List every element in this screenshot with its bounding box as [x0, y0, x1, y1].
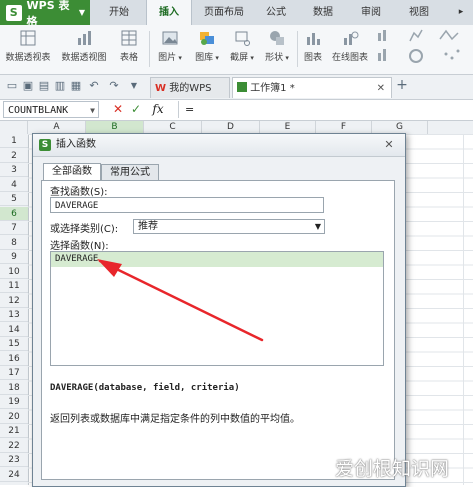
watermark: 爱创根知识网 — [335, 458, 450, 480]
annotation-arrow — [97, 259, 264, 342]
